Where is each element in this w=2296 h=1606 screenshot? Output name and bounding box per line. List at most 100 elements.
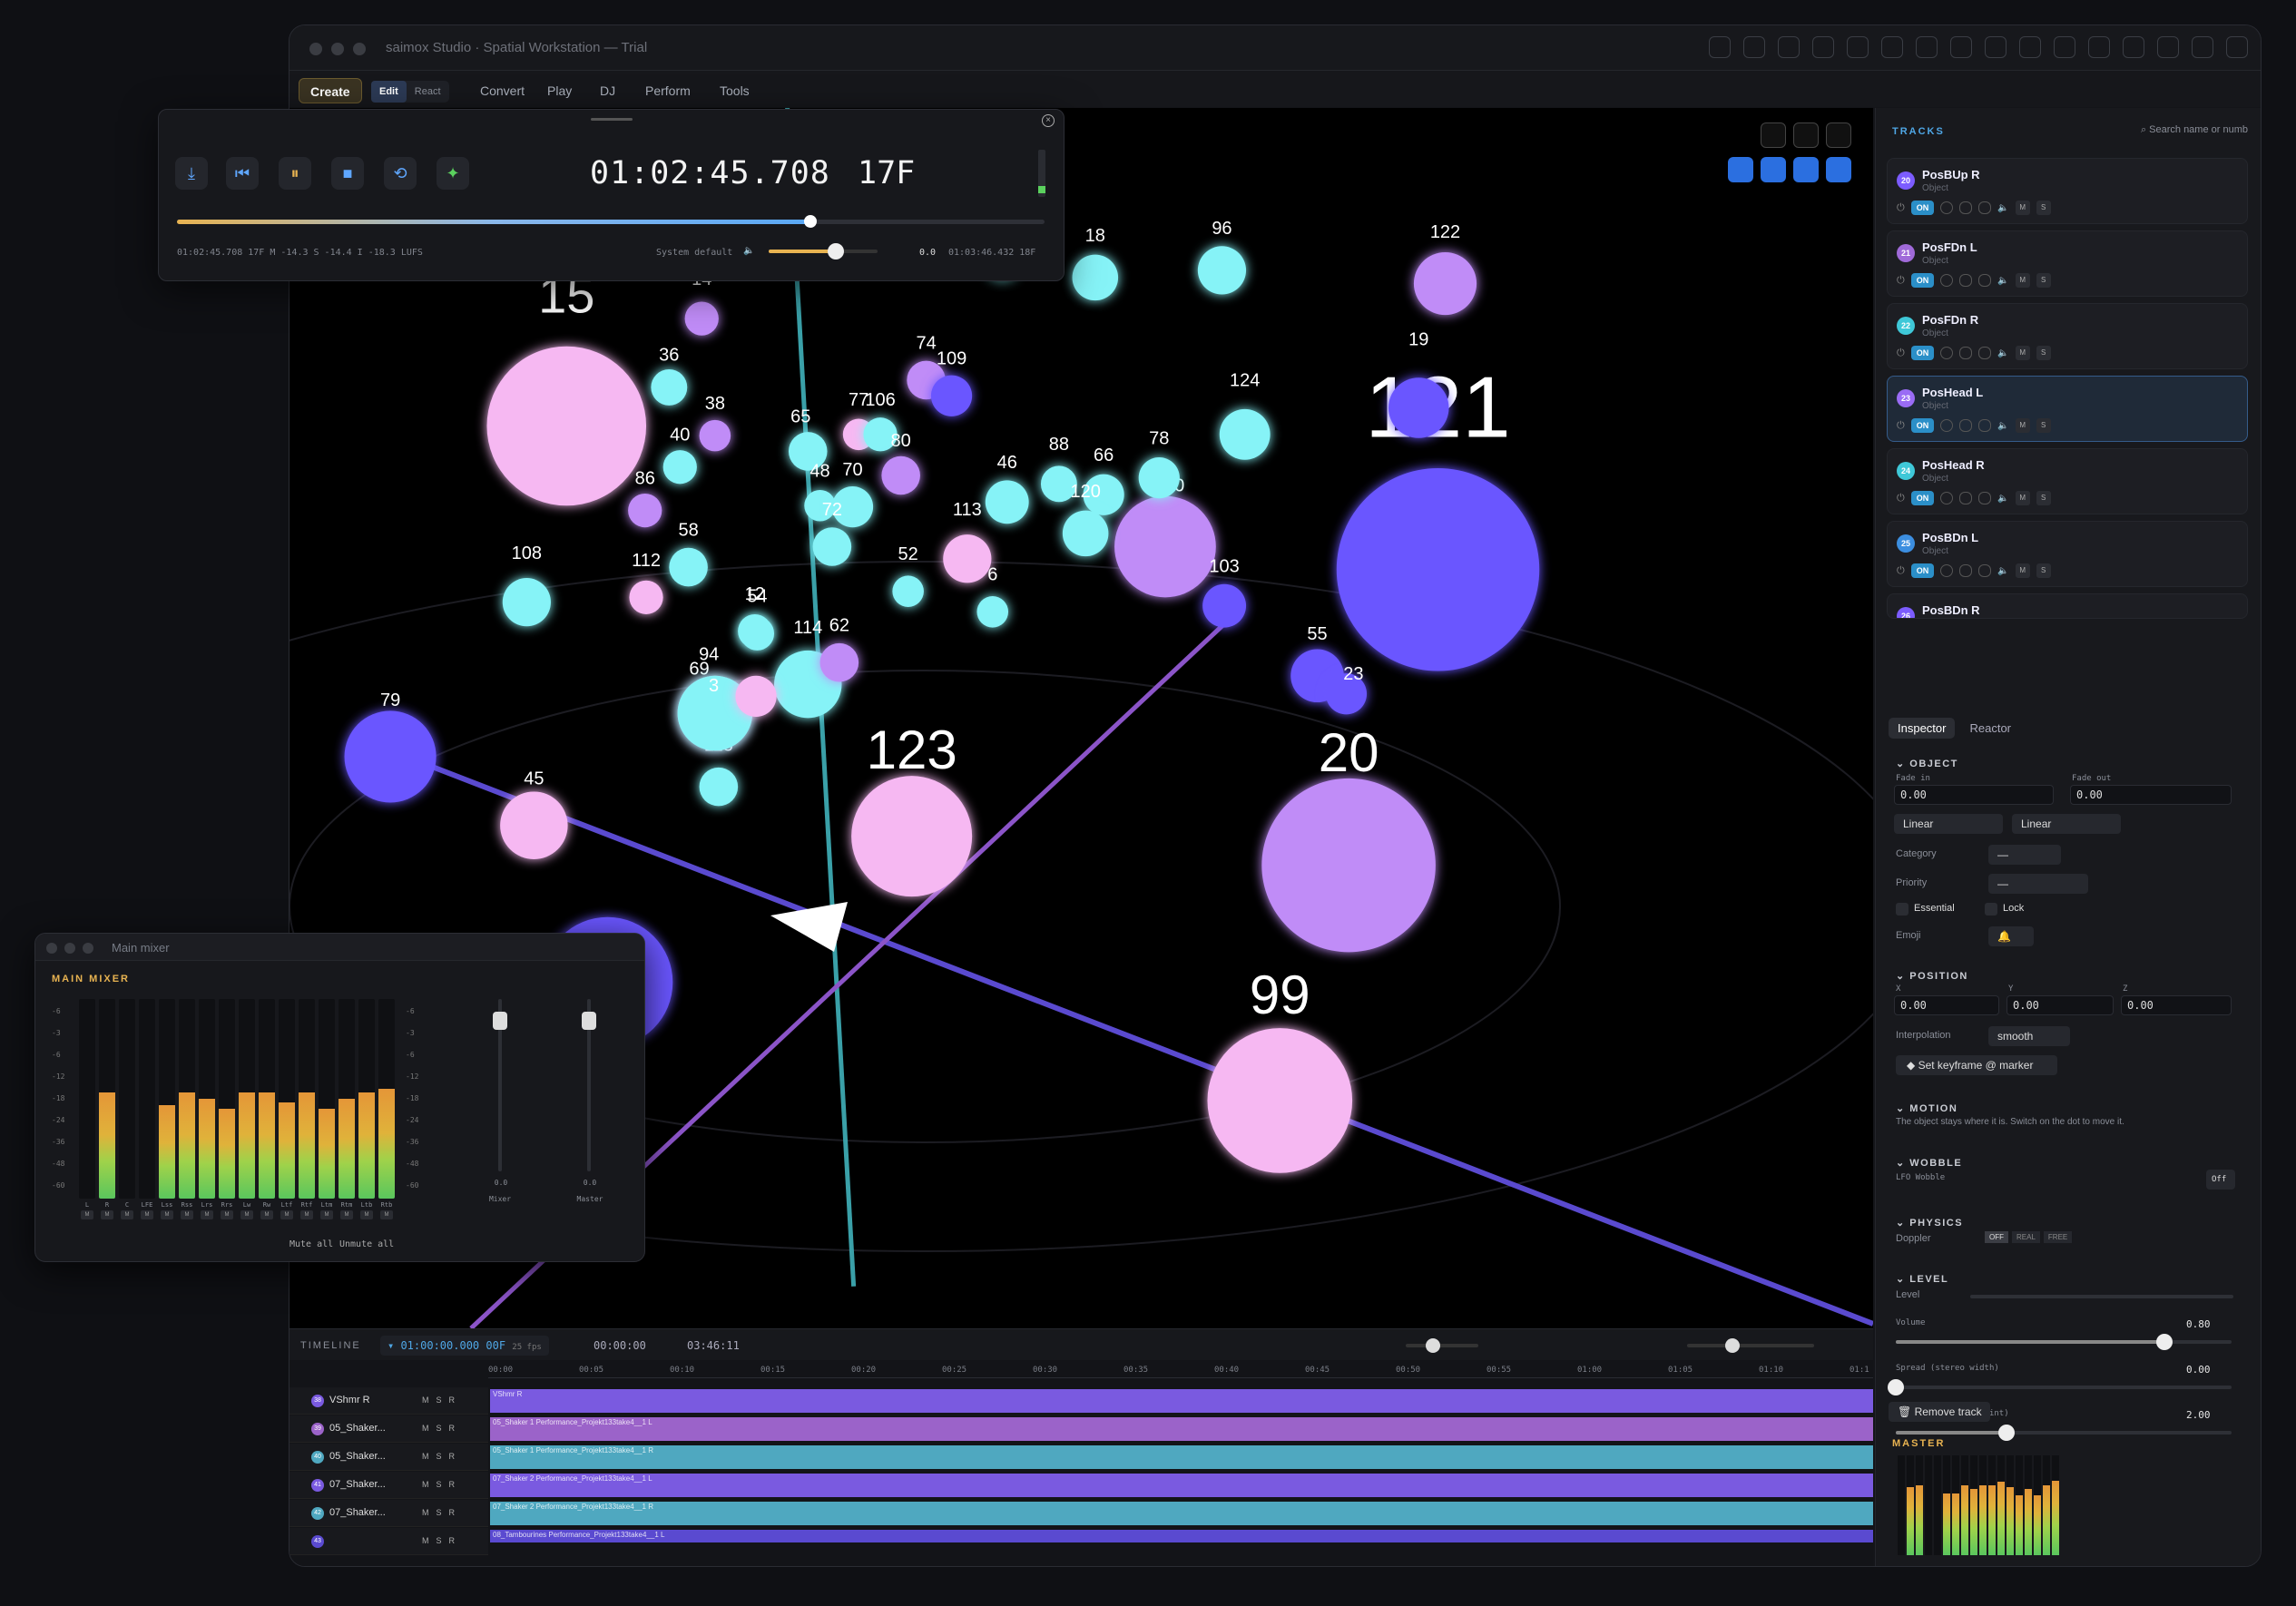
zoom-out-icon[interactable] xyxy=(1793,122,1819,148)
power-icon[interactable]: ⏻ xyxy=(1897,493,1905,504)
sphere-19[interactable] xyxy=(1388,377,1449,438)
channel-mute-button[interactable]: M xyxy=(181,1210,193,1219)
doppler-real[interactable]: REAL xyxy=(2012,1231,2040,1243)
transport-panel[interactable]: × ⤓ ⏮ ⏸ ■ ⟲ ✦ 01:02:45.708 17F 01:02:45.… xyxy=(158,109,1065,281)
tab-inspector[interactable]: Inspector xyxy=(1889,718,1956,739)
row-record-button[interactable]: R xyxy=(449,1395,456,1405)
row-solo-button[interactable]: S xyxy=(437,1424,442,1433)
track-item[interactable]: 25 PosBDn L Object ⏻ ON 🔈 M S xyxy=(1887,521,2248,587)
sphere-38[interactable] xyxy=(699,419,731,452)
power-icon[interactable]: ⏻ xyxy=(1897,202,1905,214)
record-icon[interactable] xyxy=(1985,36,2007,58)
mute-button[interactable]: M xyxy=(2015,346,2030,360)
sphere-78[interactable] xyxy=(1138,457,1180,499)
visibility-icon[interactable] xyxy=(1978,201,1992,214)
listener-icon[interactable] xyxy=(770,902,848,952)
sphere-46[interactable] xyxy=(985,480,1029,524)
timeline-ruler[interactable]: 00:00 00:05 00:10 00:15 00:20 00:25 00:30 00:35… xyxy=(488,1364,1873,1378)
category-select[interactable]: — xyxy=(1988,845,2061,865)
mute-button[interactable]: M xyxy=(2015,418,2030,433)
section-motion[interactable]: ⌄ MOTION xyxy=(1896,1102,1957,1114)
timeline-current-time[interactable]: ▾ 01:00:00.000 00F 25 fps xyxy=(380,1336,549,1356)
sphere-72[interactable] xyxy=(812,527,852,566)
camera-icon[interactable] xyxy=(2054,36,2075,58)
solo-button[interactable]: S xyxy=(2036,418,2051,433)
audio-clip[interactable]: 07_Shaker 2 Performance_Projekt133take4_… xyxy=(490,1474,1873,1497)
dot-icon[interactable] xyxy=(1940,419,1954,432)
loop-icon[interactable]: ⟲ xyxy=(384,157,417,190)
row-header[interactable]: 41 07_Shaker... M S R xyxy=(289,1472,488,1499)
progress-knob[interactable] xyxy=(803,215,817,228)
sphere-52[interactable] xyxy=(892,575,924,607)
sphere-45[interactable] xyxy=(500,791,568,859)
channel-mute-button[interactable]: M xyxy=(380,1210,393,1219)
channel-mute-button[interactable]: M xyxy=(300,1210,313,1219)
track-search-input[interactable]: ⌕ Search name or numb xyxy=(2141,124,2248,136)
main-mixer-window[interactable]: Main mixer MAIN MIXER L M R M C M LFE M Lss M Rss M… xyxy=(34,933,645,1262)
emoji-picker[interactable]: 🔔 xyxy=(1988,926,2034,946)
lock-checkbox[interactable] xyxy=(1985,903,1997,916)
add-icon[interactable] xyxy=(1709,36,1731,58)
tab-play[interactable]: Play xyxy=(536,78,583,103)
channel-mute-button[interactable]: M xyxy=(360,1210,373,1219)
layers-icon[interactable] xyxy=(2192,36,2213,58)
row-mute-button[interactable]: M xyxy=(422,1536,429,1545)
dot-icon[interactable] xyxy=(1940,492,1954,504)
row-solo-button[interactable]: S xyxy=(437,1536,442,1545)
mute-button[interactable]: M xyxy=(2015,491,2030,505)
sphere-3[interactable] xyxy=(735,675,777,718)
sphere-18[interactable] xyxy=(1072,254,1119,301)
sliders-icon[interactable] xyxy=(2123,36,2144,58)
sphere-123[interactable] xyxy=(851,776,973,897)
dot-icon[interactable] xyxy=(1940,274,1954,287)
audio-clip[interactable]: 05_Shaker 1 Performance_Projekt133take4_… xyxy=(490,1417,1873,1441)
section-position[interactable]: ⌄ POSITION xyxy=(1896,970,1968,982)
zoom-icon[interactable] xyxy=(353,43,366,55)
row-header[interactable]: 42 07_Shaker... M S R xyxy=(289,1500,488,1527)
timeline-track-row[interactable]: 43 M S R 08_Tambourines Performance_Projekt1… xyxy=(289,1528,1873,1555)
sphere-79[interactable] xyxy=(344,710,437,803)
solo-button[interactable]: S xyxy=(2036,201,2051,215)
row-record-button[interactable]: R xyxy=(449,1480,456,1489)
sphere-110[interactable] xyxy=(1114,495,1216,598)
mute-button[interactable]: M xyxy=(2015,201,2030,215)
channel-mute-button[interactable]: M xyxy=(121,1210,133,1219)
essential-checkbox[interactable] xyxy=(1896,903,1908,916)
output-volume-slider[interactable] xyxy=(769,243,878,260)
track-item[interactable]: 26PosBDn RObject ⏻ON🔈MS xyxy=(1887,593,2248,619)
close-icon[interactable] xyxy=(309,43,322,55)
row-solo-button[interactable]: S xyxy=(437,1480,442,1489)
dot-icon[interactable] xyxy=(1940,201,1954,214)
window-controls[interactable] xyxy=(309,43,366,55)
sphere-14[interactable] xyxy=(684,301,719,336)
lfo-wobble-toggle[interactable]: Off xyxy=(2206,1170,2235,1190)
timeline-start[interactable]: 00:00:00 xyxy=(594,1339,646,1352)
share-icon[interactable] xyxy=(1950,36,1972,58)
track-on-toggle[interactable]: ON xyxy=(1910,491,1935,505)
sphere-40[interactable] xyxy=(662,450,697,485)
row-mute-button[interactable]: M xyxy=(422,1452,429,1461)
sphere-122[interactable] xyxy=(1413,251,1477,316)
channel-mute-button[interactable]: M xyxy=(201,1210,213,1219)
row-header[interactable]: 39 05_Shaker... M S R xyxy=(289,1415,488,1443)
track-item[interactable]: 23 PosHead L Object ⏻ ON 🔈 M S xyxy=(1887,376,2248,442)
channel-mute-button[interactable]: M xyxy=(81,1210,93,1219)
track-item[interactable]: 22 PosFDn R Object ⏻ ON 🔈 M S xyxy=(1887,303,2248,369)
spread-knob[interactable] xyxy=(1888,1379,1904,1395)
sphere-15[interactable] xyxy=(486,346,647,506)
volume-knob[interactable] xyxy=(2156,1334,2173,1350)
sphere-12[interactable] xyxy=(738,613,772,649)
tab-tools[interactable]: Tools xyxy=(709,78,760,103)
minimize-icon[interactable] xyxy=(331,43,344,55)
section-level[interactable]: ⌄ LEVEL xyxy=(1896,1273,1948,1285)
row-header[interactable]: 40 05_Shaker... M S R xyxy=(289,1444,488,1471)
spread-slider[interactable] xyxy=(1888,1379,2232,1395)
doppler-off[interactable]: OFF xyxy=(1985,1231,2008,1243)
sphere-103[interactable] xyxy=(1202,583,1247,628)
pause-icon[interactable]: ⏸ xyxy=(279,157,311,190)
sphere-118[interactable] xyxy=(699,767,739,807)
remove-track-button[interactable]: 🗑 Remove track xyxy=(1889,1402,1990,1422)
timeline-zoom-slider[interactable] xyxy=(1687,1338,1814,1353)
channel-mute-button[interactable]: M xyxy=(221,1210,233,1219)
sphere-36[interactable] xyxy=(651,368,688,406)
